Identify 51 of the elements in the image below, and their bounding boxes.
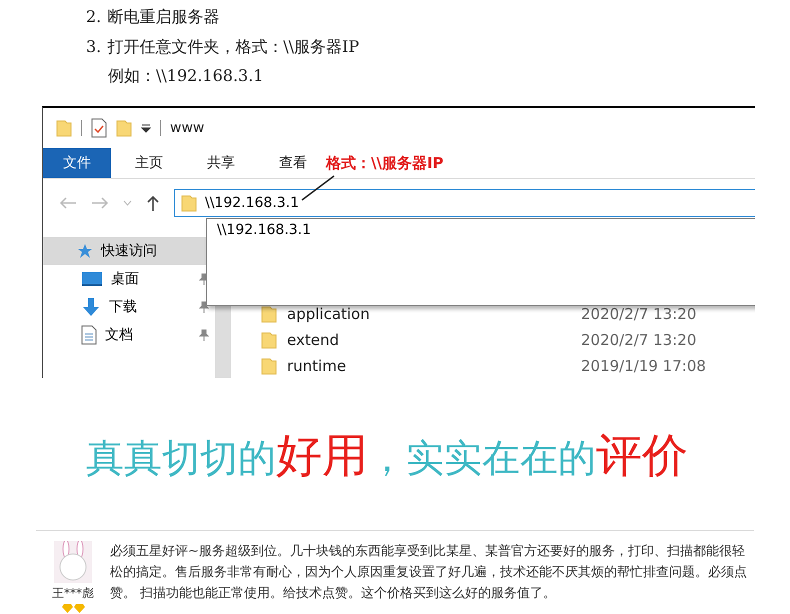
folder-icon [261, 305, 277, 323]
file-date: 2020/2/7 13:20 [581, 331, 696, 349]
slogan-text: 评价 [596, 428, 688, 482]
folder-icon[interactable] [56, 119, 72, 137]
forward-icon[interactable] [91, 196, 109, 210]
file-date: 2019/1/19 17:08 [581, 357, 706, 375]
leader-line [301, 175, 335, 201]
example-text: 例如：\\192.168.3.1 [107, 65, 264, 87]
ribbon-tab[interactable]: 文件 [43, 148, 111, 178]
star-icon [77, 243, 93, 259]
ribbon-tab[interactable]: 主页 [115, 148, 183, 178]
pin-icon[interactable] [199, 301, 209, 313]
file-date: 2020/2/7 13:20 [581, 305, 696, 323]
file-name[interactable]: application [287, 305, 571, 323]
step-number: 2. [86, 7, 102, 26]
ribbon-tab[interactable]: 共享 [187, 148, 255, 178]
chevron-icon[interactable] [123, 200, 132, 206]
slogan-text: 好用 [276, 428, 368, 482]
nav-item[interactable]: 文档 [43, 321, 215, 349]
checklist-icon[interactable] [91, 118, 107, 138]
file-name[interactable]: runtime [287, 357, 571, 375]
review-text: 必须五星好评~服务超级到位。几十块钱的东西能享受到比某星、某普官方还要好的服务，打印、扫描都能很轻松的搞定。售后服务非常有耐心，因为个人原因重复设置了好几遍，技术还能不厌其烦的帮忙排查问题。必须点赞。 扫描功能也能正常使用。给技术点赞。这个价格买到这么好的服务值了。 [110, 542, 748, 603]
user-name: 王***彪 [52, 585, 94, 602]
avatar-icon [54, 541, 92, 583]
diamond-icon [62, 604, 72, 613]
address-field[interactable]: \\192.168.3.1 [174, 189, 755, 217]
step-text: 断电重启服务器 [107, 7, 220, 26]
annotation-text: 格式：\\服务器IP [326, 154, 444, 173]
suggestion-item[interactable]: \\192.168.3.1 [217, 222, 312, 238]
folder-icon[interactable] [116, 119, 132, 137]
ribbon-tab[interactable]: 查看 [259, 148, 327, 178]
pin-icon[interactable] [199, 273, 209, 285]
folder-icon [181, 194, 197, 212]
window-title: www [170, 120, 204, 136]
diamond-icon [74, 604, 84, 613]
up-icon[interactable] [146, 195, 160, 211]
folder-icon [261, 357, 277, 375]
step-text: 打开任意文件夹，格式：\\服务器IP [107, 37, 360, 56]
file-name[interactable]: extend [287, 331, 571, 349]
slogan-text: 真真切切的 [86, 436, 276, 480]
back-icon[interactable] [59, 196, 77, 210]
dropdown-icon[interactable] [141, 123, 151, 133]
step-number: 3. [86, 37, 102, 56]
slogan-text: ，实实在在的 [368, 436, 596, 480]
pin-icon[interactable] [199, 329, 209, 341]
nav-item[interactable]: 下载 [43, 293, 215, 321]
monitor-icon [81, 271, 103, 287]
down-arrow-icon [81, 297, 101, 317]
nav-item[interactable]: 桌面 [43, 265, 215, 293]
document-icon [81, 325, 97, 345]
folder-icon [261, 331, 277, 349]
